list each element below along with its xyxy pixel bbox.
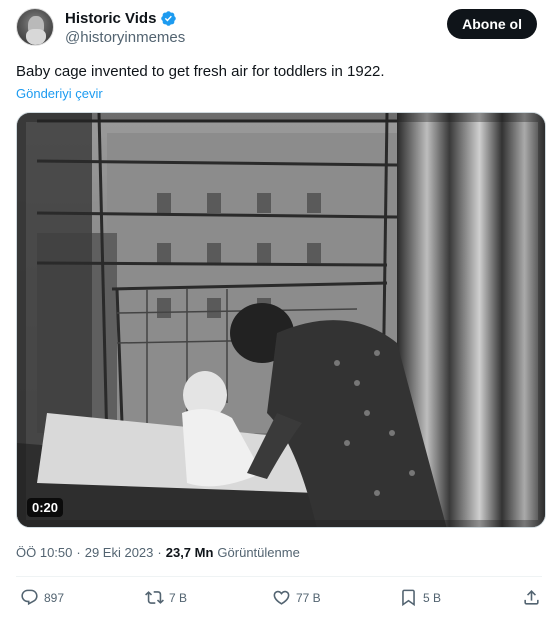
bookmark-icon [402, 589, 415, 607]
reply-count: 897 [44, 590, 65, 605]
tweet-text: Baby cage invented to get fresh air for … [16, 63, 385, 80]
tweet-time[interactable]: ÖÖ 10:50 [16, 545, 72, 560]
follow-button[interactable]: Abone ol [447, 9, 537, 39]
retweet-icon [145, 591, 164, 604]
tweet-meta: ÖÖ 10:50 · 29 Eki 2023 · 23,7 Mn Görüntü… [16, 545, 300, 560]
like-button[interactable]: 77 B [272, 588, 321, 607]
author-handle[interactable]: @historyinmemes [65, 29, 185, 46]
views-count: 23,7 Mn [165, 545, 214, 560]
verified-badge-icon [161, 11, 177, 26]
views-label: Görüntülenme [217, 545, 300, 560]
share-icon [524, 590, 539, 605]
meta-separator: · [76, 545, 81, 560]
reply-button[interactable]: 897 [20, 588, 64, 607]
like-count: 77 B [296, 590, 321, 605]
video-player[interactable]: 0:20 [16, 112, 546, 528]
translate-link[interactable]: Gönderiyi çevir [16, 86, 103, 101]
retweet-button[interactable]: 7 B [145, 588, 187, 607]
divider [16, 576, 542, 577]
reply-icon [21, 589, 38, 606]
bookmark-button[interactable]: 5 B [399, 588, 441, 607]
tweet-date[interactable]: 29 Eki 2023 [85, 545, 154, 560]
bookmark-count: 5 B [423, 590, 442, 605]
heart-icon [273, 590, 290, 605]
avatar-beard [26, 29, 46, 45]
video-duration: 0:20 [27, 498, 64, 517]
share-button[interactable] [522, 588, 541, 607]
retweet-count: 7 B [169, 590, 188, 605]
tweet-header: Historic Vids @historyinmemes Abone ol [16, 8, 542, 48]
author-display-name[interactable]: Historic Vids [65, 10, 156, 27]
author-name-row: Historic Vids [65, 10, 177, 27]
action-bar: 897 7 B 77 B 5 B [16, 588, 542, 614]
avatar[interactable] [16, 8, 54, 46]
meta-separator-2: · [157, 545, 162, 560]
video-frame [17, 113, 545, 527]
